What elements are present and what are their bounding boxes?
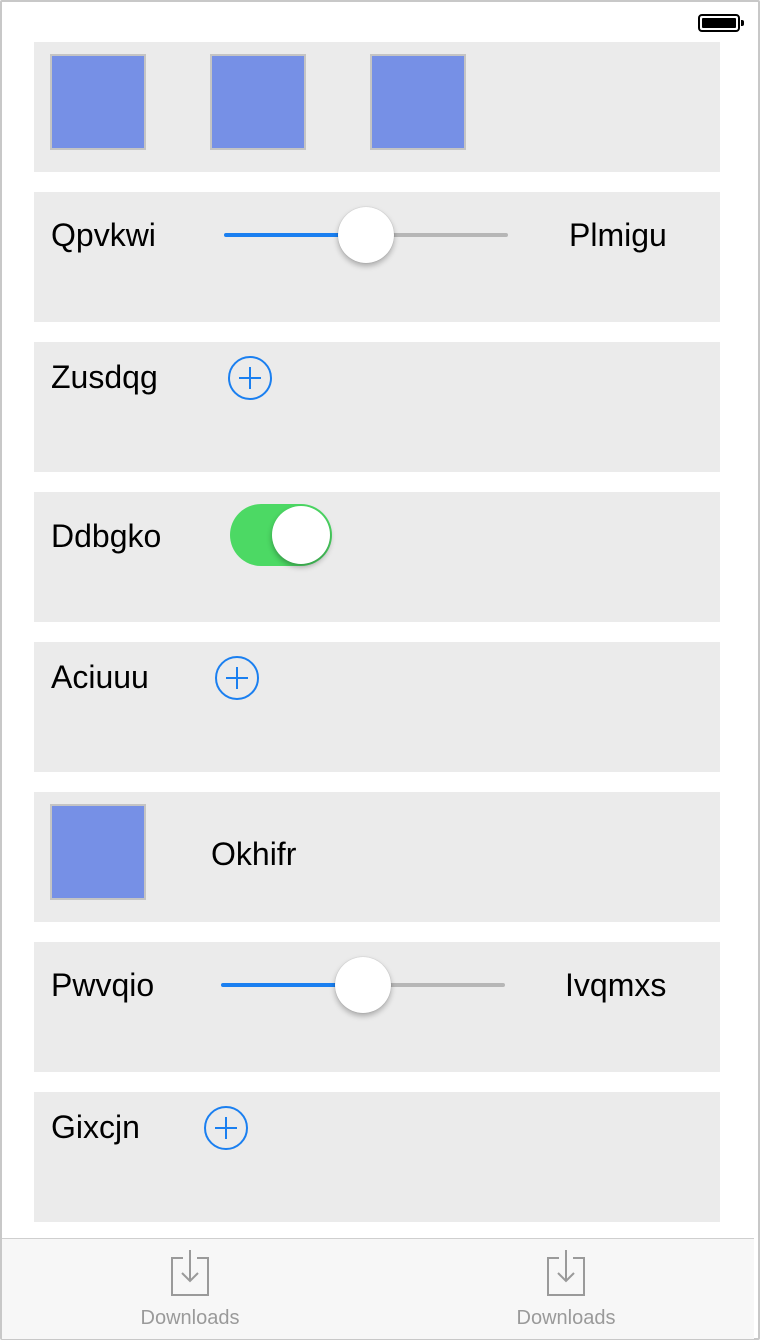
tab-label: Downloads [140, 1307, 240, 1329]
row-label: Okhifr [211, 836, 297, 872]
add-icon[interactable] [228, 356, 272, 400]
image-row [34, 42, 720, 172]
row-label: Zusdqg [51, 359, 158, 395]
image-text-row: Okhifr [34, 792, 720, 922]
toggle-switch[interactable] [230, 504, 332, 566]
row-label: Gixcjn [51, 1109, 140, 1145]
status-bar [2, 2, 754, 42]
add-icon[interactable] [215, 656, 259, 700]
slider-min-label: Qpvkwi [51, 217, 156, 253]
download-icon [547, 1250, 585, 1296]
tab-downloads[interactable]: Downloads [378, 1239, 754, 1339]
row-label: Ddbgko [51, 518, 162, 554]
slider[interactable] [224, 205, 508, 265]
tab-downloads[interactable]: Downloads [2, 1239, 378, 1339]
add-row: Gixcjn [34, 1092, 720, 1222]
add-row: Zusdqg [34, 342, 720, 472]
battery-icon [698, 14, 744, 32]
slider-row: Qpvkwi Plmigu [34, 192, 720, 322]
row-label: Aciuuu [51, 659, 149, 695]
slider-max-label: Plmigu [569, 217, 667, 253]
add-row: Aciuuu [34, 642, 720, 772]
slider[interactable] [221, 955, 505, 1015]
slider-knob[interactable] [338, 207, 394, 263]
image-thumbnail[interactable] [50, 54, 146, 150]
image-thumbnail[interactable] [50, 804, 146, 900]
slider-min-label: Pwvqio [51, 967, 155, 1003]
tab-bar: Downloads Downloads [2, 1238, 754, 1339]
add-icon[interactable] [204, 1106, 248, 1150]
image-thumbnail[interactable] [370, 54, 466, 150]
slider-max-label: Ivqmxs [565, 967, 667, 1003]
tab-label: Downloads [516, 1307, 616, 1329]
image-thumbnail[interactable] [210, 54, 306, 150]
slider-knob[interactable] [335, 957, 391, 1013]
toggle-knob [272, 506, 330, 564]
toggle-row: Ddbgko [34, 492, 720, 622]
download-icon [171, 1250, 209, 1296]
slider-row: Pwvqio Ivqmxs [34, 942, 720, 1072]
